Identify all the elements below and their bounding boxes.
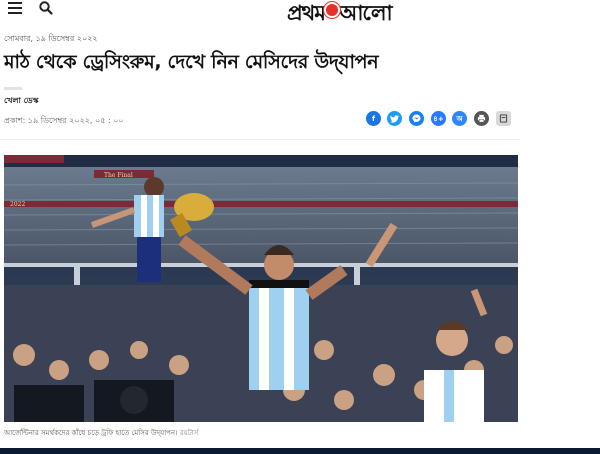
photo-credit: রয়টার্স <box>179 429 199 437</box>
caption-text: আর্জেন্টিনার সমর্থকদের কাঁধে চড়ে ট্রফি … <box>4 429 178 437</box>
printer-icon <box>477 114 486 123</box>
twitter-share-button[interactable] <box>387 111 402 126</box>
stadium-banner-text: The Final <box>104 172 133 179</box>
article-headline: মাঠ থেকে ড্রেসিংরুম, দেখে নিন মেসিদের উদ… <box>4 51 379 73</box>
article-author[interactable]: খেলা ডেস্ক <box>4 95 38 108</box>
article-photo[interactable]: The Final 2022 <box>4 155 518 422</box>
search-icon[interactable] <box>38 0 54 16</box>
logo-text-left: প্রথম <box>287 0 326 25</box>
more-label: ৪+ <box>433 114 444 123</box>
save-button[interactable] <box>496 111 511 126</box>
font-label: অ <box>456 114 463 123</box>
print-button[interactable] <box>474 111 489 126</box>
site-logo[interactable]: প্রথম আলো <box>287 0 393 26</box>
bottom-banner-strip <box>0 448 600 454</box>
photo-caption: আর্জেন্টিনার সমর্থকদের কাঁধে চড়ে ট্রফি … <box>4 427 198 439</box>
font-size-button[interactable]: অ <box>452 111 467 126</box>
more-share-button[interactable]: ৪+ <box>431 111 446 126</box>
facebook-share-button[interactable]: f <box>366 111 381 126</box>
bookmark-icon <box>499 114 508 123</box>
hamburger-menu-icon[interactable] <box>8 2 22 14</box>
celebration-photo-illustration: The Final 2022 <box>4 155 518 422</box>
logo-sun-icon <box>325 4 338 16</box>
author-divider <box>4 87 22 90</box>
messenger-icon <box>412 114 421 123</box>
twitter-icon <box>390 114 399 123</box>
article-date: সোমবার, ১৯ ডিসেম্বর ২০২২ <box>4 34 98 43</box>
published-time: প্রকাশ: ১৯ ডিসেম্বর ২০২২, ০৫ : ০০ <box>4 116 124 125</box>
logo-text-right: আলো <box>338 0 393 25</box>
messenger-share-button[interactable] <box>409 111 424 126</box>
header-divider <box>0 139 520 140</box>
stadium-year-text: 2022 <box>10 201 25 208</box>
facebook-icon: f <box>371 114 376 123</box>
top-navigation-bar: প্রথম আলো <box>0 0 600 26</box>
